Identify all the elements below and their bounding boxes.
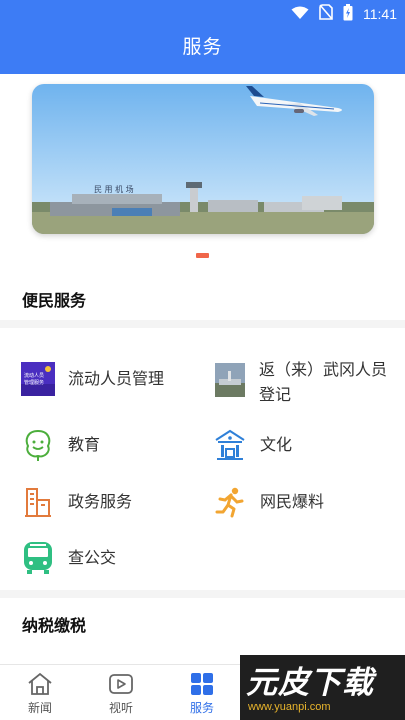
svg-text:流动人员: 流动人员 [24,372,44,379]
government-service-icon [21,485,55,519]
watermark-url: www.yuanpi.com [248,701,331,713]
service-floating-population[interactable]: 流动人员 管理服务 流动人员管理 [21,362,201,396]
grid-icon [172,671,232,697]
status-bar: 11:41 [0,0,405,28]
nav-label: 服务 [189,701,214,715]
runner-icon [213,485,247,519]
service-bus[interactable]: 查公交 [21,541,201,575]
service-label: 政务服务 [68,492,133,511]
service-government[interactable]: 政务服务 [21,485,201,519]
play-icon [91,671,151,697]
nav-item-service[interactable]: 服务 [172,671,232,716]
nav-label: 新闻 [27,701,52,715]
airport-banner[interactable]: 民 用 机 场 [32,84,374,234]
service-return-registration[interactable]: 返（来）武冈人员 登记 [213,357,401,407]
section-divider [0,320,405,328]
site-watermark: 元皮下载 www.yuanpi.com [240,655,405,720]
floating-population-icon: 流动人员 管理服务 [21,362,55,396]
page-title: 服务 [182,36,223,58]
banner-sign: 民 用 机 场 [94,184,134,194]
service-label: 教育 [68,435,101,454]
nav-label: 视听 [108,701,133,715]
section-divider [0,590,405,598]
service-label: 流动人员管理 [68,369,165,388]
service-screen: 11:41 服务 民 用 机 场 便民服务 流动人员 管理服务 流动人员管理 返… [0,0,405,720]
airport-photo-icon [213,363,247,397]
nav-item-media[interactable]: 视听 [91,671,151,716]
service-netizen-report[interactable]: 网民爆料 [213,485,393,519]
nav-item-news[interactable]: 新闻 [10,671,70,716]
bus-icon [21,541,55,575]
service-label: 网民爆料 [260,492,325,511]
home-icon [10,671,70,697]
no-sim-icon [319,4,333,24]
battery-charging-icon [343,3,353,25]
carousel-indicator[interactable] [196,253,209,258]
status-clock: 11:41 [363,6,397,22]
wifi-icon [291,5,309,24]
education-icon [21,428,55,462]
service-education[interactable]: 教育 [21,428,201,462]
service-culture[interactable]: 文化 [213,428,393,462]
service-label-line2: 登记 [259,385,292,404]
service-label: 文化 [260,435,293,454]
svg-text:管理服务: 管理服务 [24,379,44,386]
top-bar: 11:41 服务 [0,0,405,74]
section-title-tax: 纳税缴税 [22,616,87,635]
service-label-line1: 返（来）武冈人员 [259,360,388,379]
culture-icon [213,428,247,462]
service-label: 查公交 [68,548,117,567]
watermark-title: 元皮下载 [246,665,374,701]
section-title-convenience: 便民服务 [22,291,87,310]
